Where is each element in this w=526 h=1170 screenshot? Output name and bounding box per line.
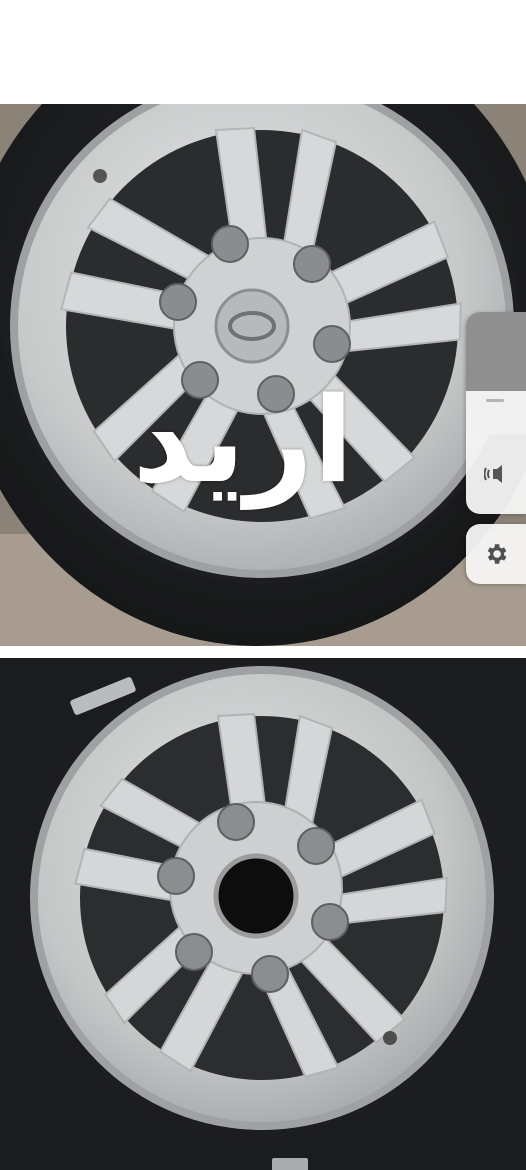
volume-panel [466, 312, 526, 514]
sound-mode-button[interactable] [466, 434, 526, 514]
overlay-arabic-text: اريد [132, 371, 354, 509]
volume-slider[interactable] [466, 312, 526, 434]
gear-icon [487, 544, 507, 564]
speaker-vibrate-icon [484, 465, 502, 483]
wheel-without-cap-image [0, 658, 526, 1170]
volume-level-fill [466, 391, 526, 434]
settings-button[interactable] [466, 524, 526, 584]
wheel-photo-bottom [0, 658, 526, 1170]
volume-handle[interactable] [486, 399, 504, 402]
